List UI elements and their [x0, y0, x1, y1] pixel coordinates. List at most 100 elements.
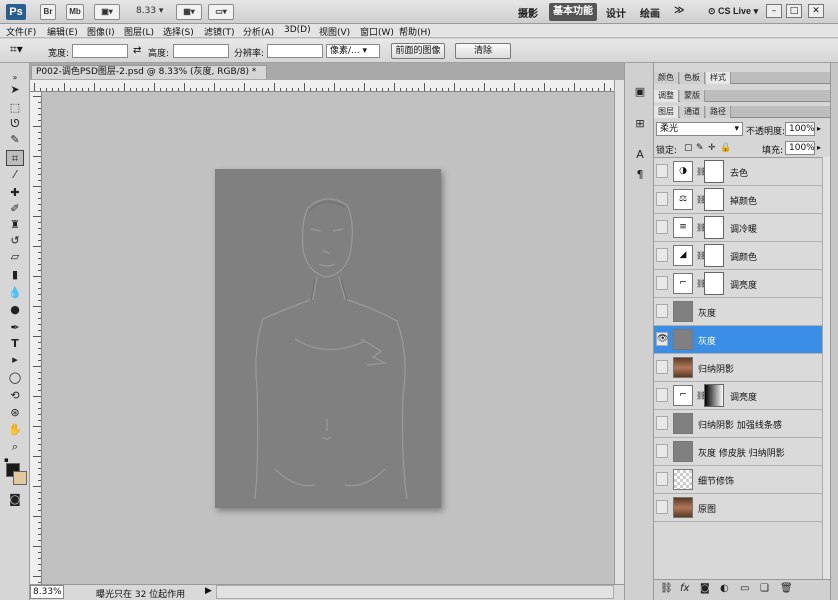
height-input[interactable] — [173, 44, 229, 58]
tab-channels[interactable]: 通道 — [680, 106, 705, 118]
menu-image[interactable]: 图像(I) — [87, 25, 115, 38]
new-layer-icon[interactable]: ❏ — [760, 583, 769, 594]
layer-row[interactable]: 归纳阴影 — [654, 354, 822, 382]
layer-row[interactable]: 灰度 修皮肤 归纳阴影 — [654, 438, 822, 466]
type-tool-icon[interactable]: T — [6, 336, 24, 352]
layer-row[interactable]: 灰度 — [654, 298, 822, 326]
menu-help[interactable]: 帮助(H) — [399, 25, 431, 38]
brush-tool-icon[interactable]: ✐ — [6, 201, 24, 217]
zoom-tool-icon[interactable]: ⌕ — [6, 439, 24, 455]
menu-file[interactable]: 文件(F) — [6, 25, 36, 38]
tab-layers[interactable]: 图层 — [654, 106, 679, 118]
layer-mask-thumbnail[interactable] — [704, 384, 724, 407]
layer-row[interactable]: ≡ ⛓ 调冷暖 — [654, 214, 822, 242]
menu-edit[interactable]: 编辑(E) — [47, 25, 78, 38]
new-adjustment-icon[interactable]: ◐ — [720, 583, 729, 594]
blur-tool-icon[interactable]: 💧 — [6, 285, 24, 301]
eyedropper-tool-icon[interactable]: ⁄ — [6, 167, 24, 183]
background-color-swatch[interactable] — [13, 471, 27, 485]
layer-row[interactable]: ⌐ ⛓ 调亮度 — [654, 382, 822, 410]
pen-tool-icon[interactable]: ✒ — [6, 320, 24, 336]
arrange-documents-button[interactable]: ▦▾ — [176, 4, 202, 20]
crop-tool-preset-icon[interactable]: ⌗▾ — [10, 42, 23, 57]
hand-tool-icon[interactable]: ✋ — [6, 422, 24, 438]
layer-mask-thumbnail[interactable] — [704, 244, 724, 267]
layer-mask-thumbnail[interactable] — [704, 216, 724, 239]
view-extras-button[interactable]: ▣▾ — [94, 4, 120, 20]
tab-masks[interactable]: 蒙版 — [680, 90, 705, 102]
minimize-button[interactable]: – — [766, 4, 782, 18]
visibility-eye-icon[interactable] — [656, 192, 668, 206]
menu-filter[interactable]: 滤镜(T) — [204, 25, 235, 38]
workspace-design[interactable]: 设计 — [602, 5, 630, 20]
marquee-tool-icon[interactable]: ⬚ — [6, 100, 24, 116]
visibility-eye-icon[interactable] — [656, 388, 668, 402]
opacity-arrow-icon[interactable]: ▸ — [817, 124, 821, 133]
zoom-level-dropdown[interactable]: 8.33 ▾ — [136, 6, 163, 16]
layer-row[interactable]: ⌐ ⛓ 调亮度 — [654, 270, 822, 298]
cs-live-button[interactable]: ⊙ CS Live ▾ — [708, 6, 758, 17]
gradient-tool-icon[interactable]: ▮ — [6, 267, 24, 283]
actions-panel-icon[interactable]: ⊞ — [632, 116, 648, 132]
visibility-eye-icon[interactable] — [656, 276, 668, 290]
tab-adjustments[interactable]: 调整 — [654, 90, 679, 102]
visibility-eye-icon[interactable] — [656, 416, 668, 430]
horizontal-scrollbar[interactable] — [216, 585, 614, 599]
opacity-input[interactable]: 100% — [785, 122, 815, 136]
add-mask-icon[interactable]: ◙ — [700, 583, 710, 594]
layer-row[interactable]: 细节修饰 — [654, 466, 822, 494]
layer-row[interactable]: 归纳阴影 加强线条感 — [654, 410, 822, 438]
quick-selection-tool-icon[interactable]: ✎ — [6, 132, 24, 148]
visibility-eye-icon[interactable] — [656, 248, 668, 262]
menu-window[interactable]: 窗口(W) — [360, 25, 394, 38]
eraser-tool-icon[interactable]: ▱ — [6, 249, 24, 265]
swap-dimensions-icon[interactable]: ⇄ — [133, 45, 141, 56]
ellipse-tool-icon[interactable]: ◯ — [6, 370, 24, 386]
screen-mode-button[interactable]: ▭▾ — [208, 4, 234, 20]
tab-swatches[interactable]: 色板 — [680, 72, 705, 84]
tab-paths[interactable]: 路径 — [706, 106, 731, 118]
bridge-button[interactable]: Br — [40, 4, 56, 20]
path-selection-tool-icon[interactable]: ▸ — [6, 352, 24, 368]
resolution-unit-select[interactable]: 像素/... ▾ — [326, 44, 380, 58]
document-image[interactable] — [215, 169, 441, 508]
close-button[interactable]: ✕ — [808, 4, 824, 18]
visibility-eye-icon[interactable] — [656, 500, 668, 514]
layer-mask-thumbnail[interactable] — [704, 160, 724, 183]
lock-transparent-icon[interactable]: ▢ — [684, 143, 693, 153]
more-workspaces-icon[interactable]: ≫ — [670, 5, 688, 16]
3d-orbit-tool-icon[interactable]: ⊛ — [6, 405, 24, 421]
visibility-eye-icon[interactable] — [656, 164, 668, 178]
visibility-eye-icon[interactable] — [656, 220, 668, 234]
lock-image-icon[interactable]: ✎ — [696, 143, 704, 153]
lasso-tool-icon[interactable]: ᘎ — [6, 116, 24, 132]
layer-row[interactable]: 👁 灰度 — [654, 326, 822, 354]
lock-all-icon[interactable]: 🔒 — [720, 143, 731, 153]
fill-arrow-icon[interactable]: ▸ — [817, 143, 821, 152]
layer-mask-thumbnail[interactable] — [704, 272, 724, 295]
healing-brush-tool-icon[interactable]: ✚ — [6, 185, 24, 201]
menu-analysis[interactable]: 分析(A) — [243, 25, 274, 38]
workspace-painting[interactable]: 绘画 — [636, 5, 664, 20]
workspace-photography[interactable]: 摄影 — [514, 5, 542, 20]
mini-bridge-button[interactable]: Mb — [66, 4, 84, 20]
clear-button[interactable]: 清除 — [455, 43, 511, 59]
fill-input[interactable]: 100% — [785, 141, 815, 155]
crop-tool-icon[interactable]: ⌗ — [6, 150, 24, 166]
menu-view[interactable]: 视图(V) — [319, 25, 350, 38]
layer-row[interactable]: ◢ ⛓ 调颜色 — [654, 242, 822, 270]
dodge-tool-icon[interactable]: ● — [6, 302, 24, 318]
visibility-eye-icon[interactable] — [656, 304, 668, 318]
width-input[interactable] — [72, 44, 128, 58]
3d-rotate-tool-icon[interactable]: ⟲ — [6, 388, 24, 404]
visibility-eye-icon[interactable] — [656, 472, 668, 486]
link-layers-icon[interactable]: ⛓ — [660, 583, 673, 594]
maximize-button[interactable]: □ — [786, 4, 802, 18]
front-image-button[interactable]: 前面的图像 — [391, 43, 445, 59]
zoom-field[interactable]: 8.33% — [30, 585, 64, 599]
visibility-eye-icon[interactable] — [656, 360, 668, 374]
new-group-icon[interactable]: ▭ — [740, 583, 749, 594]
visibility-eye-icon[interactable]: 👁 — [656, 332, 668, 346]
layer-row[interactable]: 原图 — [654, 494, 822, 522]
visibility-eye-icon[interactable] — [656, 444, 668, 458]
